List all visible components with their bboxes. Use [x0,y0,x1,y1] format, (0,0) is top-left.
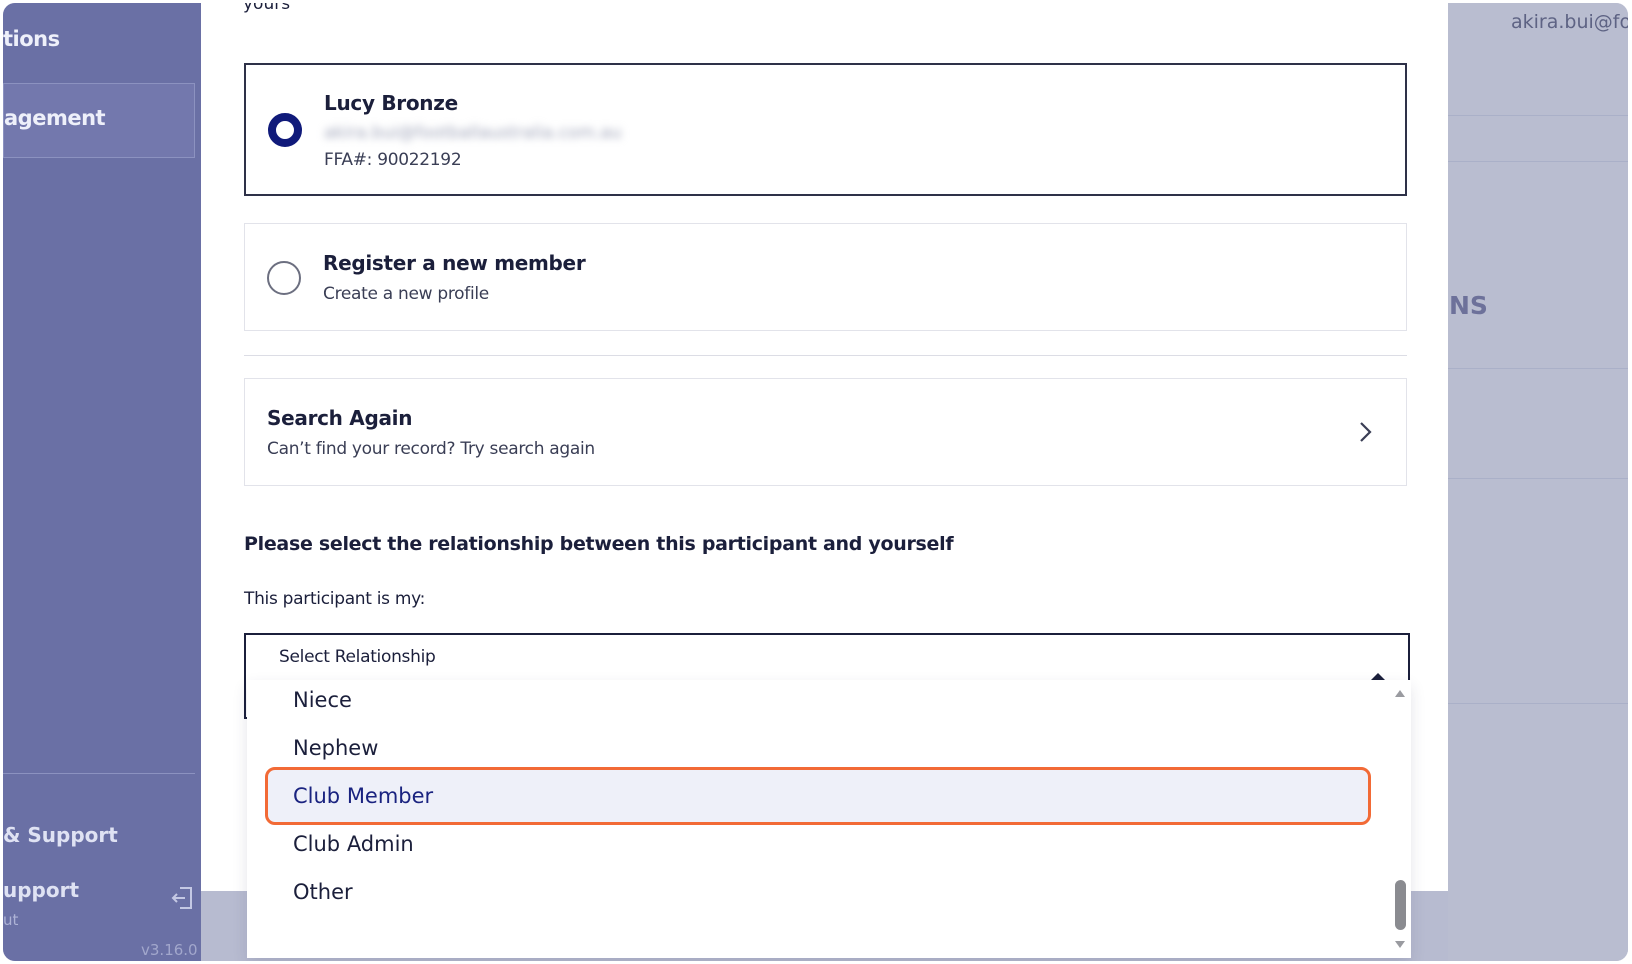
scrollbar-thumb[interactable] [1395,880,1406,930]
logout-icon[interactable] [170,885,196,911]
scroll-up-arrow-icon[interactable] [1394,688,1406,698]
sidebar-item-logout[interactable]: ut [3,911,18,929]
background-divider [1448,703,1628,704]
register-new-member-option[interactable]: Register a new member Create a new profi… [244,223,1407,331]
register-title: Register a new member [323,251,586,275]
background-divider [1448,115,1628,116]
section-divider [244,355,1407,356]
register-subtitle: Create a new profile [323,284,489,304]
member-radio-selected[interactable] [268,113,302,147]
register-radio[interactable] [267,261,301,295]
member-option-lucy-bronze[interactable]: Lucy Bronze akira.bui@footballaustralia.… [244,63,1407,196]
sidebar-item-help-support[interactable]: & Support [3,823,118,847]
background-content [1448,3,1628,961]
sidebar-item-support[interactable]: upport [3,878,79,902]
relationship-select-value: Select Relationship [279,647,436,667]
chevron-right-icon [1360,422,1372,442]
dropdown-option-highlighted[interactable]: Club Member [247,771,1387,821]
dropdown-option[interactable]: Niece [247,680,1387,725]
relationship-heading: Please select the relationship between t… [244,533,954,555]
background-divider [1448,478,1628,479]
search-again-card[interactable]: Search Again Can’t find your record? Try… [244,378,1407,486]
user-email: akira.bui@fo [1511,11,1628,33]
background-heading: NS [1449,291,1488,320]
sidebar-divider [3,773,195,774]
sidebar: tions agement & Support upport ut v3.16.… [3,3,201,961]
sidebar-item-management-label: agement [4,106,106,130]
sidebar-item-competitions[interactable]: tions [3,27,60,51]
background-divider [1448,368,1628,369]
search-again-subtitle: Can’t find your record? Try search again [267,439,595,459]
app-window: tions agement & Support upport ut v3.16.… [3,3,1628,961]
app-version: v3.16.0 [141,941,198,959]
relationship-dropdown-list: Niece Nephew Club Member Club Admin Othe… [247,680,1411,958]
member-ffa-number: FFA#: 90022192 [324,150,462,170]
dropdown-scrollbar[interactable] [1389,680,1411,958]
sidebar-item-management[interactable]: agement [3,83,195,158]
dropdown-option[interactable]: Club Admin [247,819,1387,869]
member-email-redacted: akira.bui@footballaustralia.com.au [324,123,622,143]
modal-intro-text: yours [243,3,291,14]
scroll-down-arrow-icon[interactable] [1394,940,1406,950]
search-again-title: Search Again [267,406,413,430]
member-name: Lucy Bronze [324,91,458,115]
participant-label: This participant is my: [244,589,426,609]
background-divider [1448,161,1628,162]
dropdown-option[interactable]: Nephew [247,723,1387,773]
dropdown-option[interactable]: Other [247,867,1387,917]
